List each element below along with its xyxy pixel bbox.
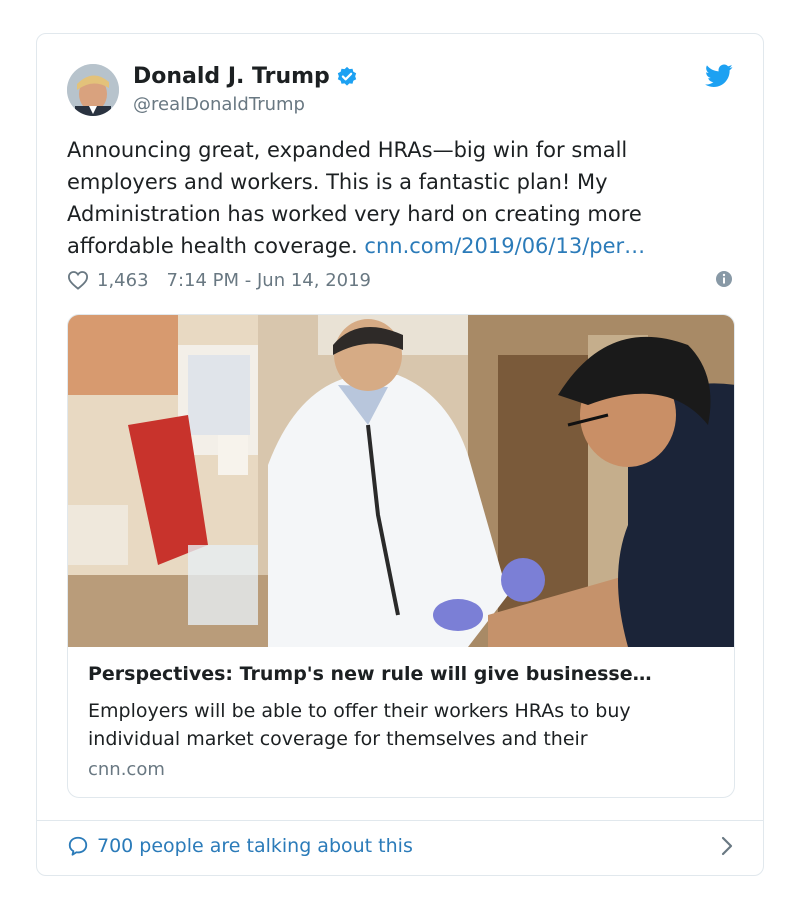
chevron-right-icon[interactable] xyxy=(721,836,733,856)
tweet-timestamp[interactable]: 7:14 PM - Jun 14, 2019 xyxy=(167,270,371,291)
author-row: Donald J. Trump xyxy=(133,64,358,89)
card-title[interactable]: Perspectives: Trump's new rule will give… xyxy=(88,663,718,685)
heart-icon[interactable] xyxy=(67,270,89,290)
card-description: Employers will be able to offer their wo… xyxy=(88,700,631,750)
twitter-bird-icon[interactable] xyxy=(705,64,733,88)
like-count[interactable]: 1,463 xyxy=(97,270,149,291)
info-icon[interactable] xyxy=(715,270,733,288)
card-image[interactable] xyxy=(68,315,734,647)
author-name[interactable]: Donald J. Trump xyxy=(133,64,330,89)
tweet-meta: 1,463 7:14 PM - Jun 14, 2019 xyxy=(67,266,733,294)
avatar[interactable] xyxy=(67,64,119,116)
conversation-link[interactable]: 700 people are talking about this xyxy=(67,830,733,862)
talking-count-text[interactable]: 700 people are talking about this xyxy=(97,835,413,857)
speech-bubble-icon xyxy=(68,836,88,856)
tweet-text: Announcing great, expanded HRAs—big win … xyxy=(67,134,727,262)
divider xyxy=(37,820,763,821)
link-card[interactable]: Perspectives: Trump's new rule will give… xyxy=(67,314,735,798)
card-domain: cnn.com xyxy=(88,759,165,780)
author-handle[interactable]: @realDonaldTrump xyxy=(133,94,305,115)
verified-badge-icon xyxy=(337,66,356,86)
tweet-link[interactable]: cnn.com/2019/06/13/per… xyxy=(364,234,645,258)
embedded-tweet: Donald J. Trump @realDonaldTrump Announc… xyxy=(36,33,764,876)
